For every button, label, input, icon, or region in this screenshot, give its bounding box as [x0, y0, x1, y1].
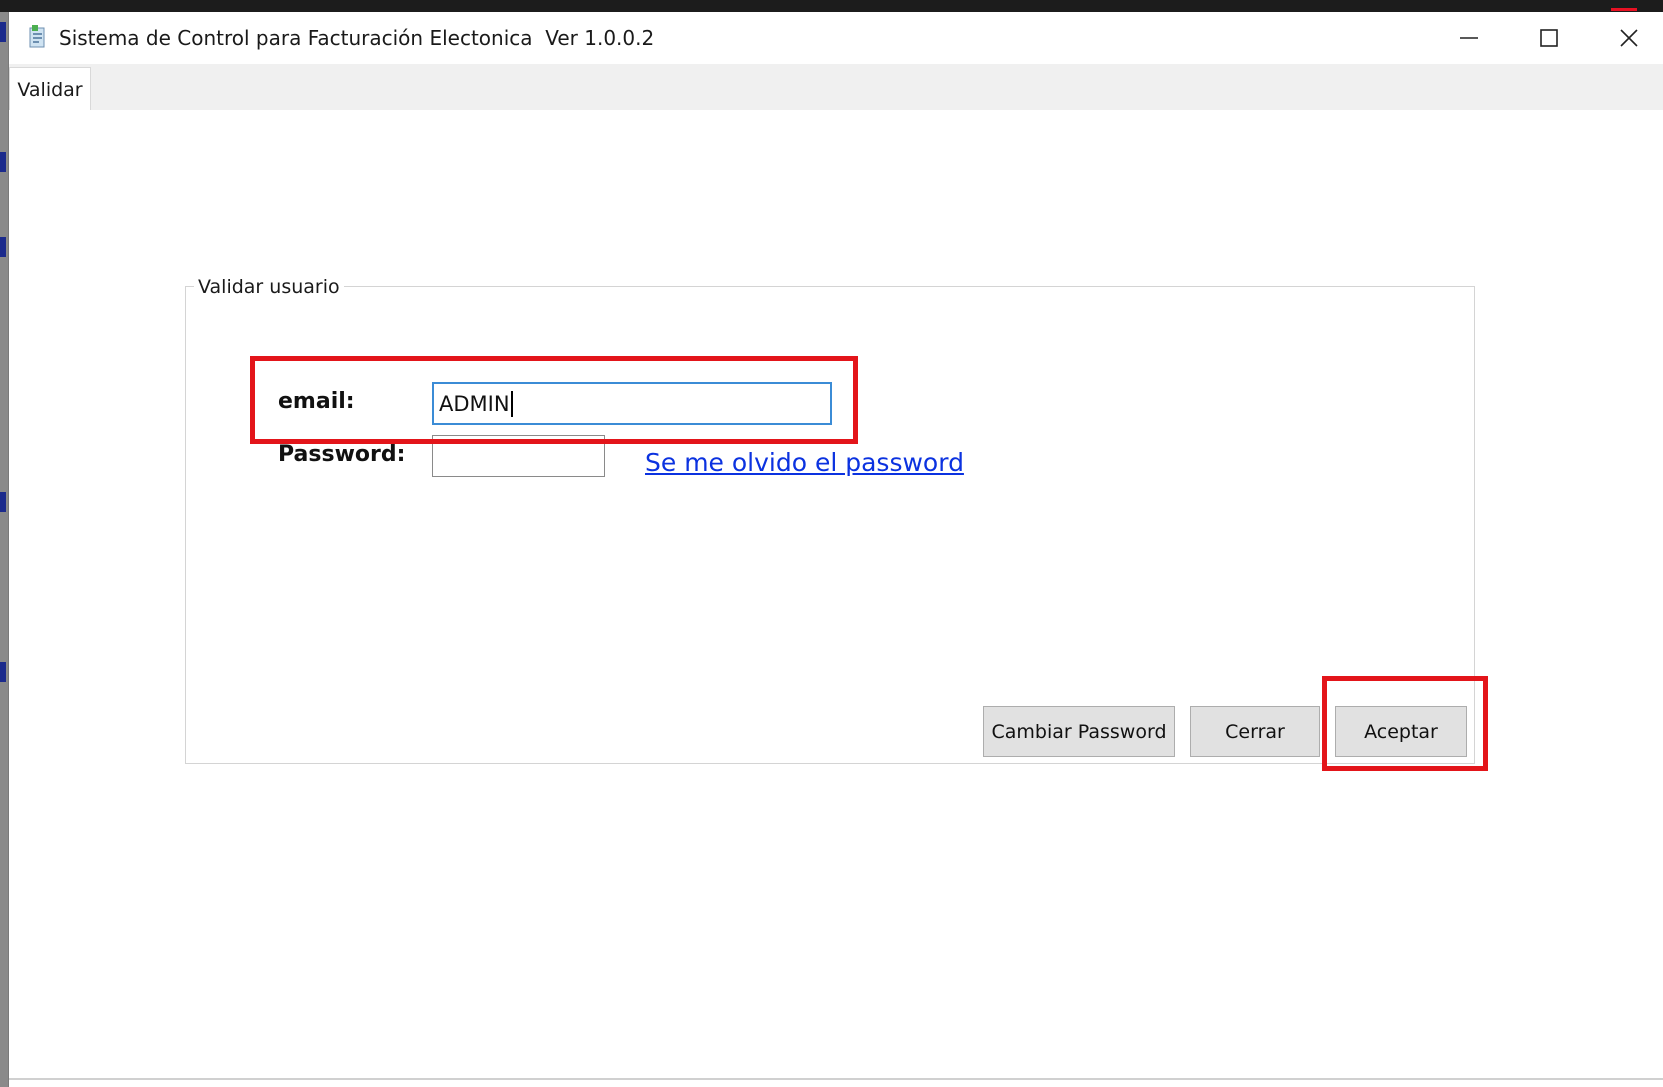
- edge-mark: [0, 492, 6, 512]
- maximize-button[interactable]: [1509, 12, 1589, 64]
- window-title: Sistema de Control para Facturación Elec…: [59, 26, 655, 50]
- close-icon: [1620, 29, 1638, 47]
- change-password-button[interactable]: Cambiar Password: [983, 706, 1175, 757]
- minimize-icon: [1460, 37, 1478, 39]
- tab-validar[interactable]: Validar: [9, 67, 91, 111]
- title-bar[interactable]: Sistema de Control para Facturación Elec…: [9, 12, 1663, 64]
- forgot-password-link[interactable]: Se me olvido el password: [645, 448, 964, 477]
- edge-mark: [0, 152, 6, 172]
- window-bottom-border: [9, 1078, 1663, 1080]
- taskbar-accent: [1611, 8, 1637, 11]
- group-title: Validar usuario: [194, 276, 344, 298]
- tab-strip: Validar: [9, 64, 1663, 111]
- password-label: Password:: [278, 442, 406, 467]
- edge-mark: [0, 662, 6, 682]
- email-highlight-box: [250, 356, 858, 444]
- app-icon: [29, 25, 45, 48]
- edge-mark: [0, 237, 6, 257]
- edge-mark: [0, 22, 6, 42]
- background-window-edge: [0, 12, 8, 1087]
- maximize-icon: [1540, 29, 1558, 47]
- minimize-button[interactable]: [1429, 12, 1509, 64]
- close-window-button[interactable]: [1589, 12, 1663, 64]
- close-button[interactable]: Cerrar: [1190, 706, 1320, 757]
- accept-highlight-box: [1322, 676, 1488, 771]
- desktop-top-strip: [0, 0, 1663, 12]
